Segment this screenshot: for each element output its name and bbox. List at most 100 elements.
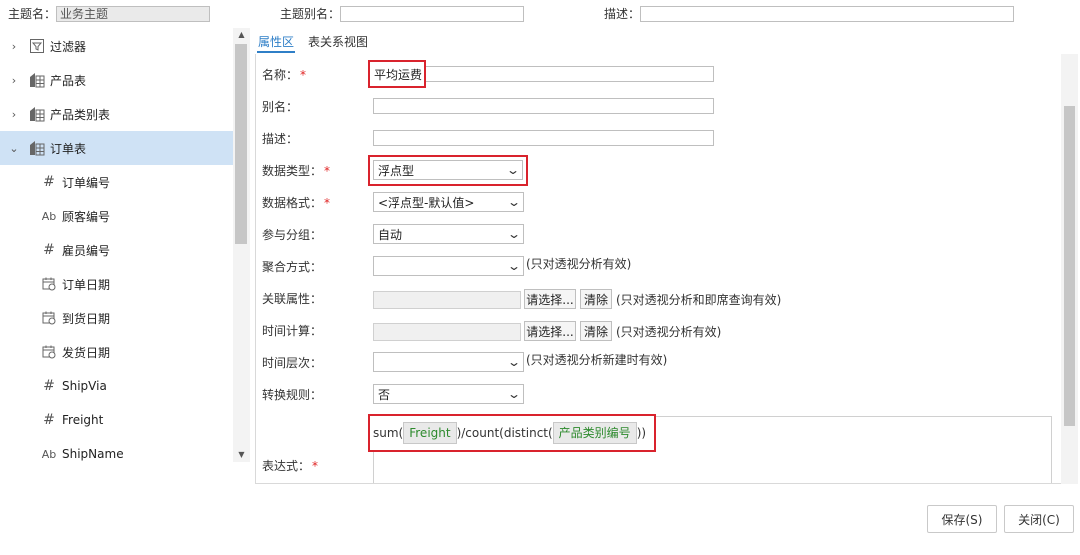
expression-suffix: )) xyxy=(636,426,647,440)
expression-field-freight[interactable]: Freight xyxy=(403,422,457,444)
data-format-value: <浮点型-默认值> xyxy=(378,195,475,210)
hash-icon: # xyxy=(43,378,55,394)
table-icon xyxy=(28,105,46,123)
aggregate-label: 聚合方式： xyxy=(262,260,323,274)
grouping-label: 参与分组： xyxy=(262,228,323,242)
resource-tree: › 过滤器 › 产品表 › 产品类别表 ⌄ 订单表 # 订单编号 Ab 顾客编号… xyxy=(0,28,250,462)
time-calc-label: 时间计算： xyxy=(262,324,323,338)
hash-icon: # xyxy=(43,412,55,428)
topic-alias-label: 主题别名： xyxy=(280,7,341,21)
chevron-down-icon: ⌄ xyxy=(506,387,522,401)
data-format-select[interactable]: <浮点型-默认值> ⌄ xyxy=(373,192,524,212)
filter-icon xyxy=(28,37,46,55)
tree-item-order-id[interactable]: # 订单编号 xyxy=(0,165,233,199)
time-level-note: (只对透视分析新建时有效) xyxy=(526,353,668,367)
panel-scrollbar[interactable] xyxy=(1061,54,1078,484)
tree-scrollbar[interactable]: ▲ ▼ xyxy=(233,28,250,462)
topic-name-field[interactable]: 业务主题 xyxy=(56,6,210,22)
time-calc-clear-button[interactable]: 清除 xyxy=(580,321,612,341)
tree-item-employee-id[interactable]: # 雇员编号 xyxy=(0,233,233,267)
chevron-down-icon: ⌄ xyxy=(506,355,522,369)
expression-middle: )/count(distinct( xyxy=(456,426,553,440)
chevron-down-icon: ⌄ xyxy=(506,259,522,273)
tree-item-label: 过滤器 xyxy=(50,39,87,54)
scroll-thumb[interactable] xyxy=(235,44,247,244)
expand-icon[interactable]: › xyxy=(8,74,20,87)
tree-item-filter[interactable]: › 过滤器 xyxy=(0,29,233,63)
related-attr-clear-button[interactable]: 清除 xyxy=(580,289,612,309)
hash-icon: # xyxy=(43,242,55,258)
tree-item-label: 产品类别表 xyxy=(50,107,111,122)
related-attr-field[interactable] xyxy=(373,291,521,309)
calendar-icon xyxy=(40,309,58,327)
related-attr-label: 关联属性： xyxy=(262,292,323,306)
tree-item-product-category[interactable]: › 产品类别表 xyxy=(0,97,233,131)
time-calc-field[interactable] xyxy=(373,323,521,341)
alias-field[interactable] xyxy=(373,98,714,114)
tree-item-label: 到货日期 xyxy=(62,311,111,326)
expression-label: 表达式： * xyxy=(262,459,319,473)
tree-item-label: ShipVia xyxy=(62,379,107,393)
tree-item-label: 顾客编号 xyxy=(62,209,111,224)
tree-item-shipname[interactable]: Ab ShipName xyxy=(0,437,233,462)
tree-item-label: 订单编号 xyxy=(62,175,111,190)
time-level-select[interactable]: ⌄ xyxy=(373,352,524,372)
grouping-select[interactable]: 自动 ⌄ xyxy=(373,224,524,244)
tree-item-order-date[interactable]: 订单日期 xyxy=(0,267,233,301)
topic-name-label: 主题名： xyxy=(8,7,57,21)
related-attr-select-button[interactable]: 请选择... xyxy=(524,289,576,309)
data-type-select[interactable]: 浮点型 ⌄ xyxy=(373,160,523,180)
description-label: 描述： xyxy=(262,132,299,146)
close-button[interactable]: 关闭(C) xyxy=(1004,505,1074,533)
tree-item-arrival-date[interactable]: 到货日期 xyxy=(0,301,233,335)
data-type-value: 浮点型 xyxy=(378,163,415,178)
convert-rule-select[interactable]: 否 ⌄ xyxy=(373,384,524,404)
expand-icon[interactable]: › xyxy=(8,108,20,121)
tab-table-relations[interactable]: 表关系视图 xyxy=(307,33,369,53)
tree-item-freight[interactable]: # Freight xyxy=(0,403,233,437)
text-field-icon: Ab xyxy=(41,447,57,461)
tree-item-label: 订单表 xyxy=(50,141,87,156)
topic-desc-field[interactable] xyxy=(640,6,1014,22)
alias-label: 别名： xyxy=(262,100,299,114)
expression-prefix: sum( xyxy=(373,426,404,440)
aggregate-select[interactable]: ⌄ xyxy=(373,256,524,276)
hash-icon: # xyxy=(43,174,55,190)
name-value[interactable]: 平均运费 xyxy=(374,66,422,83)
tree-item-label: Freight xyxy=(62,413,104,427)
tree-item-customer-id[interactable]: Ab 顾客编号 xyxy=(0,199,233,233)
tree-item-ship-date[interactable]: 发货日期 xyxy=(0,335,233,369)
description-field[interactable] xyxy=(373,130,714,146)
expression-highlight: sum( Freight )/count(distinct( 产品类别编号 )) xyxy=(368,414,656,452)
table-icon xyxy=(28,139,46,157)
time-level-label: 时间层次： xyxy=(262,356,323,370)
time-calc-select-button[interactable]: 请选择... xyxy=(524,321,576,341)
topic-header: 主题名： 业务主题 主题别名： 描述： xyxy=(0,0,1080,28)
time-calc-note: (只对透视分析有效) xyxy=(616,325,722,339)
collapse-icon[interactable]: ⌄ xyxy=(8,142,20,155)
data-format-label: 数据格式： * xyxy=(262,196,331,210)
property-panel: 名称： * 平均运费 别名： 描述： 数据类型： * 浮点型 ⌄ 数据格式： * <浮… xyxy=(255,54,1063,484)
topic-alias-field[interactable] xyxy=(340,6,524,22)
expression-field-category-id[interactable]: 产品类别编号 xyxy=(552,422,637,444)
calendar-icon xyxy=(40,275,58,293)
aggregate-note: (只对透视分析有效) xyxy=(526,257,632,271)
tree-item-orders[interactable]: ⌄ 订单表 xyxy=(0,131,233,165)
scroll-thumb[interactable] xyxy=(1064,106,1075,426)
tree-item-label: ShipName xyxy=(62,447,124,461)
tree-item-products[interactable]: › 产品表 xyxy=(0,63,233,97)
tree-item-label: 雇员编号 xyxy=(62,243,111,258)
expand-icon[interactable]: › xyxy=(8,40,20,53)
calendar-icon xyxy=(40,343,58,361)
scroll-up-icon[interactable]: ▲ xyxy=(233,28,250,42)
name-label: 名称： * xyxy=(262,68,307,82)
tree-item-label: 订单日期 xyxy=(62,277,111,292)
save-button[interactable]: 保存(S) xyxy=(927,505,997,533)
table-icon xyxy=(28,71,46,89)
data-type-highlight: 浮点型 ⌄ xyxy=(368,155,528,186)
tree-item-label: 产品表 xyxy=(50,73,87,88)
tree-item-label: 发货日期 xyxy=(62,345,111,360)
tab-properties[interactable]: 属性区 xyxy=(257,33,296,53)
scroll-down-icon[interactable]: ▼ xyxy=(233,448,250,462)
tree-item-shipvia[interactable]: # ShipVia xyxy=(0,369,233,403)
